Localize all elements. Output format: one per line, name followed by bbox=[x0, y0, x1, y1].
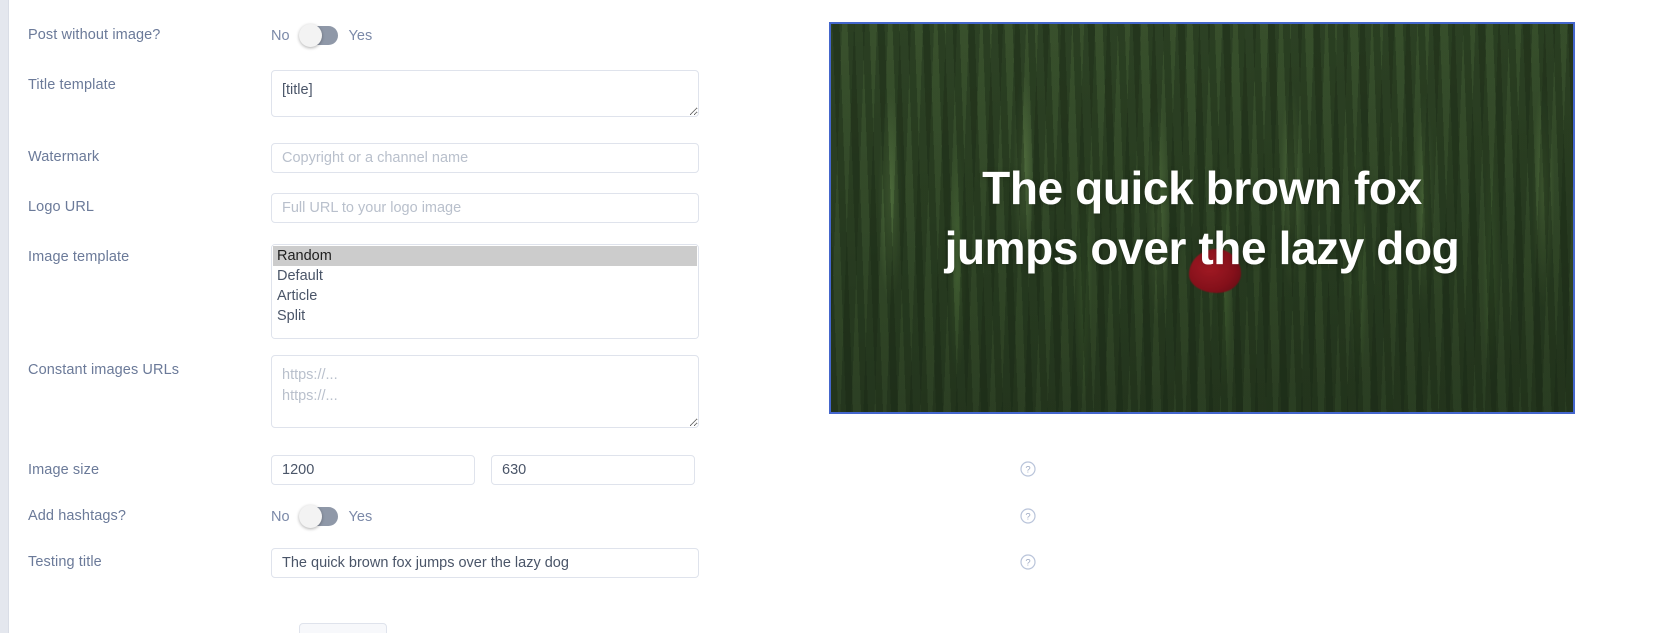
toggle-knob bbox=[298, 24, 322, 47]
toggle-on-label-post-without-image: Yes bbox=[348, 27, 373, 44]
listbox-option-article[interactable]: Article bbox=[273, 286, 697, 306]
field-constant-images-urls: ? bbox=[271, 355, 1036, 428]
field-image-template: Random Default Article Split ? bbox=[271, 244, 1036, 339]
label-testing-title: Testing title bbox=[28, 554, 102, 570]
preview-overlay-line-2: jumps over the lazy dog bbox=[944, 222, 1460, 274]
image-template-listbox[interactable]: Random Default Article Split bbox=[271, 244, 699, 339]
label-image-template: Image template bbox=[28, 249, 130, 265]
toggle-post-without-image-group: No Yes bbox=[271, 24, 829, 47]
field-logo-url: ? bbox=[271, 193, 1036, 223]
testing-title-input[interactable] bbox=[271, 548, 699, 578]
settings-form-column: Post without image? No Yes ? Title templ… bbox=[9, 0, 1036, 633]
settings-form-page: Post without image? No Yes ? Title templ… bbox=[0, 0, 1663, 633]
field-image-size: ? bbox=[271, 455, 1036, 485]
toggle-post-without-image[interactable] bbox=[298, 24, 338, 47]
constant-images-urls-textarea[interactable] bbox=[271, 355, 699, 428]
field-watermark: ? bbox=[271, 143, 1036, 173]
row-testing-title: Testing title ? bbox=[9, 548, 1036, 578]
field-testing-title: ? bbox=[271, 548, 1036, 578]
toggle-off-label-post-without-image: No bbox=[271, 27, 290, 44]
preview-overlay-line-1: The quick brown fox bbox=[982, 162, 1422, 214]
listbox-option-filler bbox=[273, 326, 697, 338]
preview-overlay-text: The quick brown fox jumps over the lazy … bbox=[831, 24, 1573, 412]
bottom-partial-button[interactable] bbox=[299, 623, 387, 633]
image-height-input[interactable] bbox=[491, 455, 695, 485]
row-post-without-image: Post without image? No Yes ? bbox=[9, 24, 1036, 47]
row-add-hashtags: Add hashtags? No Yes ? bbox=[9, 505, 1036, 528]
listbox-option-random[interactable]: Random bbox=[273, 246, 697, 266]
toggle-on-label-add-hashtags: Yes bbox=[348, 508, 373, 525]
field-post-without-image: No Yes ? bbox=[271, 24, 1036, 47]
image-width-input[interactable] bbox=[271, 455, 475, 485]
label-post-without-image: Post without image? bbox=[28, 27, 161, 43]
toggle-add-hashtags[interactable] bbox=[298, 505, 338, 528]
label-constant-images-urls: Constant images URLs bbox=[28, 362, 180, 378]
row-title-template: Title template ? bbox=[9, 70, 1036, 117]
watermark-input[interactable] bbox=[271, 143, 699, 173]
row-watermark: Watermark ? bbox=[9, 143, 1036, 173]
row-image-template: Image template Random Default Article Sp… bbox=[9, 244, 1036, 339]
left-gutter-strip bbox=[0, 0, 9, 633]
listbox-option-split[interactable]: Split bbox=[273, 306, 697, 326]
row-image-size: Image size ? bbox=[9, 455, 1036, 485]
toggle-off-label-add-hashtags: No bbox=[271, 508, 290, 525]
label-add-hashtags: Add hashtags? bbox=[28, 508, 127, 524]
label-title-template: Title template bbox=[28, 77, 116, 93]
logo-url-input[interactable] bbox=[271, 193, 699, 223]
row-logo-url: Logo URL ? bbox=[9, 193, 1036, 223]
field-title-template: ? bbox=[271, 70, 1036, 117]
toggle-add-hashtags-group: No Yes bbox=[271, 505, 829, 528]
row-constant-images-urls: Constant images URLs ? bbox=[9, 355, 1036, 428]
toggle-knob bbox=[298, 505, 322, 528]
label-watermark: Watermark bbox=[28, 149, 100, 165]
image-preview-frame[interactable]: The quick brown fox jumps over the lazy … bbox=[829, 22, 1575, 414]
field-add-hashtags: No Yes ? bbox=[271, 505, 1036, 528]
listbox-option-default[interactable]: Default bbox=[273, 266, 697, 286]
image-preview-column: The quick brown fox jumps over the lazy … bbox=[829, 0, 1663, 633]
title-template-textarea[interactable] bbox=[271, 70, 699, 117]
label-image-size: Image size bbox=[28, 462, 100, 478]
label-logo-url: Logo URL bbox=[28, 199, 95, 215]
